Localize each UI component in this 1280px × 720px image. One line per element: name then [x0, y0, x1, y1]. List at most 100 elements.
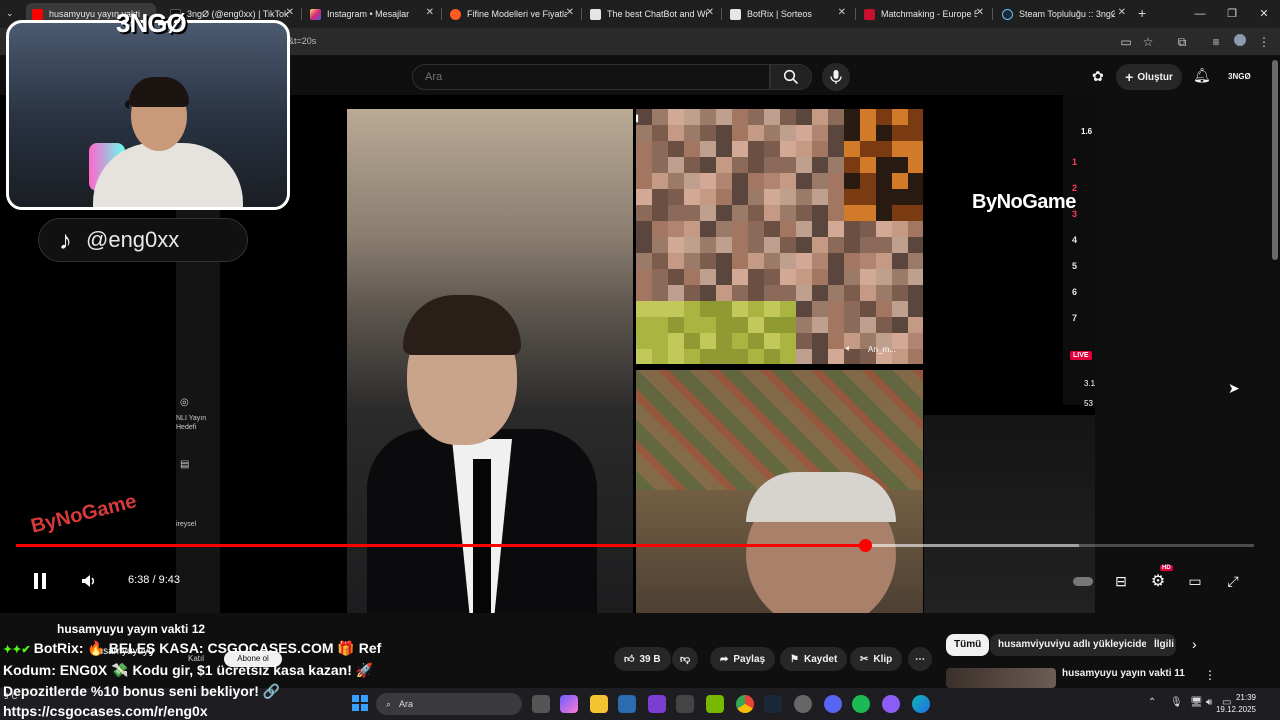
- fifine-icon: [450, 8, 461, 20]
- url-text[interactable]: &t=20s: [288, 36, 316, 46]
- windows-start-icon[interactable]: [352, 695, 368, 711]
- goal-icon: ◎: [180, 397, 189, 408]
- tab-list-chevron-icon[interactable]: ⌄: [6, 8, 14, 19]
- new-tab-button[interactable]: +: [1138, 5, 1146, 21]
- recommendation-thumbnail[interactable]: [946, 668, 1056, 688]
- progress-scrubber[interactable]: [858, 539, 872, 552]
- autoplay-icon: [1073, 576, 1093, 586]
- nvidia-icon[interactable]: [706, 695, 724, 713]
- system-clock[interactable]: 21:39 19.12.2025: [1216, 692, 1256, 716]
- clip-label: Klip: [873, 653, 893, 665]
- youtube-search-box: [412, 64, 770, 90]
- minimize-button[interactable]: —: [1184, 0, 1216, 28]
- voice-search-button[interactable]: [822, 63, 850, 91]
- bookmark-star-icon[interactable]: ☆: [1140, 34, 1156, 50]
- app-icon[interactable]: [882, 695, 900, 713]
- clip-button[interactable]: ✂ Klip: [850, 647, 903, 671]
- video-title: husamyuyu yayın vakti 12: [57, 622, 206, 636]
- scissors-icon: ✂: [860, 653, 869, 665]
- notifications-bell-icon[interactable]: 🔔︎: [1193, 67, 1211, 84]
- more-actions-button[interactable]: ⋯: [908, 647, 932, 671]
- close-icon[interactable]: ✕: [566, 7, 574, 18]
- close-icon[interactable]: ✕: [1118, 7, 1126, 18]
- progress-bar[interactable]: [16, 539, 1254, 552]
- close-icon[interactable]: ✕: [976, 7, 984, 18]
- account-avatar[interactable]: 3NGØ: [1228, 72, 1251, 81]
- app-icon[interactable]: [676, 695, 694, 713]
- search-icon: [783, 69, 799, 85]
- gear-icon: ⚙: [1150, 573, 1166, 590]
- tab-steam[interactable]: Steam Topluluğu :: 3ngØ ✕: [996, 3, 1132, 25]
- taskbar-search-label: Ara: [399, 699, 414, 709]
- tab-instagram[interactable]: Instagram • Mesajlar ✕: [304, 3, 440, 25]
- cast-icon[interactable]: ▭: [1118, 34, 1134, 50]
- chip-related[interactable]: İlgili: [1146, 634, 1176, 656]
- recommendation-menu-icon[interactable]: ⋮: [1204, 668, 1216, 682]
- close-icon[interactable]: ✕: [426, 7, 434, 18]
- panel-icon: ▤: [180, 459, 190, 470]
- maximize-button[interactable]: ❐: [1216, 0, 1248, 28]
- extensions-icon[interactable]: ⧉: [1174, 34, 1190, 50]
- create-label: Oluştur: [1137, 71, 1173, 83]
- search-input[interactable]: [413, 65, 769, 89]
- chrome-icon[interactable]: [736, 695, 754, 713]
- app-icon[interactable]: [618, 695, 636, 713]
- dislike-button[interactable]: 👎︎: [672, 647, 699, 671]
- tab-chatbot[interactable]: The best ChatBot and Wi ✕: [584, 3, 720, 25]
- video-cam-left: [347, 109, 633, 613]
- tab-matchmaking[interactable]: Matchmaking - Europe 5v ✕: [858, 3, 990, 25]
- recommendation-title[interactable]: husamyuyu yayın vakti 11: [1062, 668, 1185, 679]
- browser-menu-icon[interactable]: ⋮: [1256, 34, 1272, 50]
- copilot-icon[interactable]: [560, 695, 578, 713]
- microphone-tray-icon[interactable]: 🎙︎: [1170, 697, 1183, 708]
- page-scrollbar[interactable]: [1272, 60, 1278, 260]
- chip-uploader[interactable]: husamviyuviyu adlı yükleyiciden: [990, 634, 1162, 656]
- settings-button[interactable]: ⚙ HD: [1147, 565, 1173, 592]
- chevron-right-icon[interactable]: ›: [1192, 636, 1197, 652]
- overlay-line: Kodum: ENG0X 💸 Kodu gir, $1 ücretsiz kas…: [3, 662, 374, 678]
- discord-icon[interactable]: [824, 695, 842, 713]
- thumbs-up-icon: 👍︎: [624, 654, 635, 665]
- tab-botrix[interactable]: BotRix | Sorteos ✕: [724, 3, 852, 25]
- profile-avatar[interactable]: [1232, 34, 1248, 50]
- close-icon[interactable]: ✕: [838, 7, 846, 18]
- edge-icon[interactable]: [912, 695, 930, 713]
- like-button[interactable]: 👍︎ 39 B: [614, 647, 671, 671]
- bynogame-logo-left: ByNoGame: [28, 490, 139, 538]
- tray-chevron-icon[interactable]: ⌃: [1148, 697, 1156, 708]
- volume-tray-icon[interactable]: 🔊︎: [1206, 697, 1212, 708]
- panel-text: Hedefi: [176, 424, 197, 431]
- task-view-icon[interactable]: [532, 695, 550, 713]
- more-icon: ⋯: [915, 653, 925, 665]
- gift-icon[interactable]: ✿: [1092, 68, 1104, 85]
- overlay-line: Depozitlerde %10 bonus seni bekliyor! 🔗: [3, 683, 281, 699]
- share-button[interactable]: ➦ Paylaş: [710, 647, 776, 671]
- search-button[interactable]: [770, 64, 812, 90]
- close-icon[interactable]: ✕: [706, 7, 714, 18]
- chip-all[interactable]: Tümü: [946, 634, 990, 656]
- clock-date: 19.12.2025: [1215, 705, 1256, 714]
- taskbar-search[interactable]: ⌕ Ara: [376, 693, 522, 715]
- spotify-icon[interactable]: [852, 695, 870, 713]
- create-button[interactable]: + Oluştur: [1116, 64, 1182, 90]
- close-icon[interactable]: ✕: [286, 7, 294, 18]
- tab-fifine[interactable]: Fifine Modelleri ve Fiyatları ✕: [444, 3, 580, 25]
- hd-badge: HD: [1160, 565, 1173, 571]
- theater-mode-button[interactable]: ▭: [1184, 570, 1206, 592]
- like-count: 39 B: [639, 653, 661, 665]
- network-icon[interactable]: 🖥︎: [1190, 697, 1203, 708]
- app-icon[interactable]: [794, 695, 812, 713]
- streamer-webcam-overlay: ◖: [6, 20, 290, 210]
- autoplay-toggle[interactable]: [1072, 570, 1094, 592]
- steam-icon[interactable]: [764, 695, 782, 713]
- volume-button[interactable]: [78, 570, 100, 592]
- app-icon[interactable]: [648, 695, 666, 713]
- media-controls-icon[interactable]: ≡: [1208, 34, 1224, 50]
- fullscreen-button[interactable]: ⤢: [1222, 570, 1244, 592]
- save-button[interactable]: ⚑ Kaydet: [780, 647, 848, 671]
- theater-icon: ▭: [1188, 572, 1202, 589]
- subtitles-button[interactable]: ⊟: [1110, 570, 1132, 592]
- pause-button[interactable]: [29, 570, 51, 592]
- close-window-button[interactable]: ✕: [1248, 0, 1280, 28]
- file-explorer-icon[interactable]: [590, 695, 608, 713]
